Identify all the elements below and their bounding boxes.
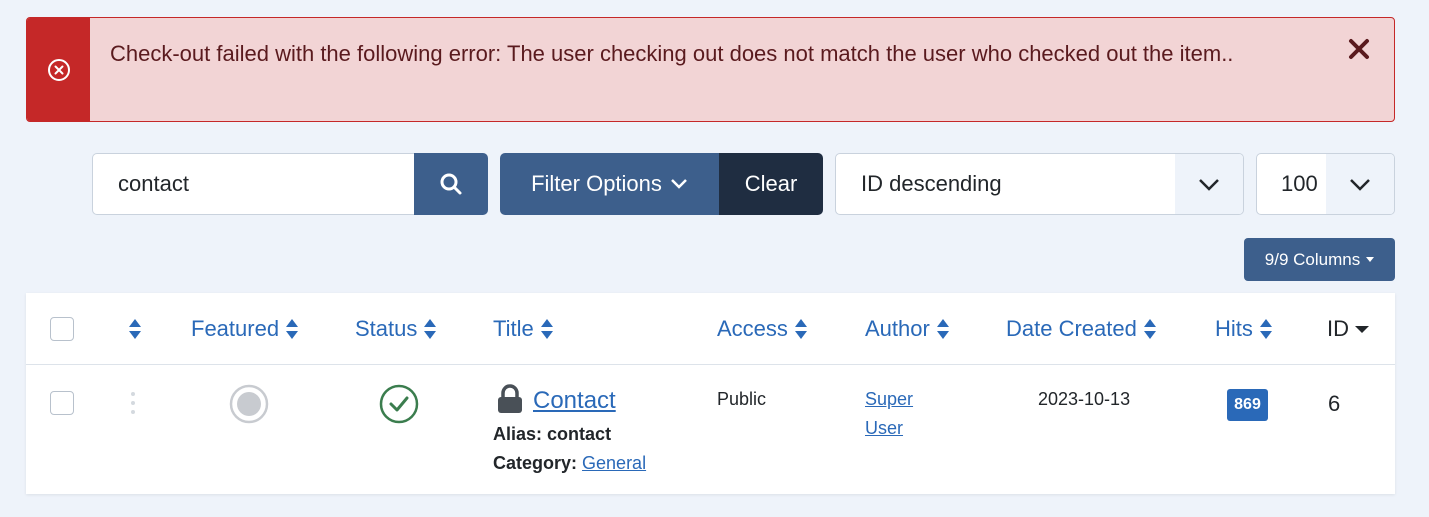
- search-input[interactable]: [92, 153, 414, 215]
- close-icon: [1349, 39, 1369, 59]
- articles-table: Featured Status Title Access Author Date…: [26, 293, 1395, 494]
- header-access-label: Access: [717, 316, 788, 341]
- published-check-icon[interactable]: [379, 384, 419, 424]
- alias-label: Alias:: [493, 424, 543, 444]
- header-hits[interactable]: Hits: [1215, 293, 1273, 365]
- author-link[interactable]: Super User: [865, 385, 945, 443]
- error-alert: Check-out failed with the following erro…: [26, 17, 1395, 122]
- header-access[interactable]: Access: [717, 293, 808, 365]
- featured-toggle-icon[interactable]: [229, 384, 269, 424]
- alert-icon-column: [27, 18, 90, 121]
- article-id: 6: [1328, 391, 1341, 416]
- search-icon: [440, 173, 462, 195]
- sort-icon: [794, 319, 807, 339]
- columns-label: 9/9 Columns: [1264, 249, 1361, 269]
- alert-close-button[interactable]: [1324, 18, 1394, 121]
- sort-desc-icon: [1355, 326, 1369, 333]
- drag-handle[interactable]: [129, 392, 137, 414]
- hits-badge: 869: [1227, 389, 1268, 421]
- category-label: Category:: [493, 453, 578, 473]
- list-limit-select[interactable]: 100: [1256, 153, 1395, 215]
- header-author[interactable]: Author: [865, 293, 950, 365]
- chevron-down-icon: [1350, 178, 1370, 191]
- date-created: 2023-10-13: [1038, 389, 1131, 409]
- filter-options-label: Filter Options: [531, 171, 662, 196]
- header-author-label: Author: [865, 316, 930, 341]
- header-hits-label: Hits: [1215, 316, 1253, 341]
- header-title[interactable]: Title: [493, 293, 554, 365]
- alias-value: contact: [547, 424, 612, 444]
- article-alias: Alias: contact: [493, 424, 611, 445]
- sort-icon: [1143, 319, 1156, 339]
- sort-ordering-header[interactable]: [128, 293, 142, 365]
- sort-icon: [286, 319, 299, 339]
- header-featured[interactable]: Featured: [191, 293, 299, 365]
- category-link[interactable]: General: [582, 453, 646, 473]
- lock-icon[interactable]: [496, 384, 524, 414]
- header-id-label: ID: [1327, 316, 1349, 341]
- access-level: Public: [717, 389, 767, 409]
- columns-dropdown-button[interactable]: 9/9 Columns: [1244, 238, 1395, 281]
- header-title-label: Title: [493, 316, 534, 341]
- article-category: Category: General: [493, 453, 646, 474]
- sort-icon: [540, 319, 553, 339]
- header-id[interactable]: ID: [1327, 293, 1369, 365]
- ordering-select[interactable]: ID descending: [835, 153, 1244, 215]
- header-featured-label: Featured: [191, 316, 280, 341]
- select-all-checkbox[interactable]: [50, 317, 74, 341]
- list-limit-arrow: [1326, 154, 1394, 214]
- search-button[interactable]: [414, 153, 488, 215]
- list-limit-value: 100: [1281, 171, 1318, 196]
- sort-icon: [1259, 319, 1272, 339]
- table-header: Featured Status Title Access Author Date…: [26, 293, 1395, 365]
- ordering-select-value: ID descending: [861, 171, 1002, 196]
- header-date-created-label: Date Created: [1006, 316, 1137, 341]
- row-checkbox[interactable]: [50, 391, 74, 415]
- table-row: Contact Alias: contact Category: General…: [26, 366, 1395, 494]
- chevron-down-icon: [671, 179, 687, 189]
- article-title-link[interactable]: Contact: [533, 387, 616, 415]
- filter-button-group: Filter Options Clear: [500, 153, 823, 215]
- alert-message: Check-out failed with the following erro…: [110, 41, 1234, 66]
- filter-options-button[interactable]: Filter Options: [500, 153, 719, 215]
- error-circle-icon: [47, 58, 70, 81]
- header-status[interactable]: Status: [355, 293, 437, 365]
- ordering-select-arrow: [1175, 154, 1243, 214]
- sort-icon: [936, 319, 949, 339]
- sort-icon: [129, 319, 141, 339]
- header-date-created[interactable]: Date Created: [1006, 293, 1157, 365]
- search-group: [92, 153, 488, 215]
- chevron-down-icon: [1199, 178, 1219, 191]
- header-status-label: Status: [355, 316, 418, 341]
- caret-down-icon: [1366, 257, 1375, 262]
- sort-icon: [424, 319, 437, 339]
- clear-button[interactable]: Clear: [719, 153, 823, 215]
